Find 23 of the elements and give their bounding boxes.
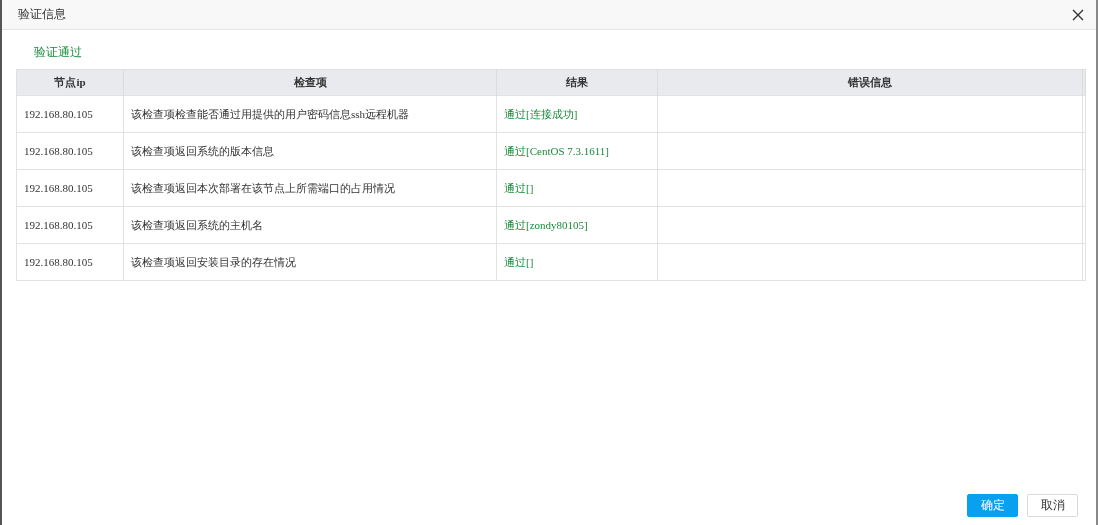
- table-cell: 通过[]: [496, 169, 658, 207]
- table-cell: 192.168.80.105: [16, 206, 124, 244]
- table-cell: 该检查项返回本次部署在该节点上所需端口的占用情况: [123, 169, 497, 207]
- table-cell: 192.168.80.105: [16, 95, 124, 133]
- column-header: 错误信息: [657, 69, 1083, 96]
- dialog-title: 验证信息: [18, 6, 66, 23]
- status-text: 验证通过: [34, 44, 82, 61]
- table-cell: 该检查项检查能否通过用提供的用户密码信息ssh远程机器: [123, 95, 497, 133]
- cancel-button[interactable]: 取消: [1027, 494, 1078, 517]
- table-cell: 192.168.80.105: [16, 132, 124, 170]
- table-cell: 该检查项返回系统的版本信息: [123, 132, 497, 170]
- table-cell: 该检查项返回系统的主机名: [123, 206, 497, 244]
- table-cell: 通过[zondy80105]: [496, 206, 658, 244]
- table-cell: 通过[连接成功]: [496, 95, 658, 133]
- table-cell: 该检查项返回安装目录的存在情况: [123, 243, 497, 281]
- column-header: 检查项: [123, 69, 497, 96]
- column-header: 结果: [496, 69, 658, 96]
- table-cell: 通过[]: [496, 243, 658, 281]
- table-cell: 通过[CentOS 7.3.1611]: [496, 132, 658, 170]
- table-cell: 192.168.80.105: [16, 243, 124, 281]
- column-header: 节点ip: [16, 69, 124, 96]
- table-cell: 192.168.80.105: [16, 169, 124, 207]
- close-icon: [1072, 8, 1084, 21]
